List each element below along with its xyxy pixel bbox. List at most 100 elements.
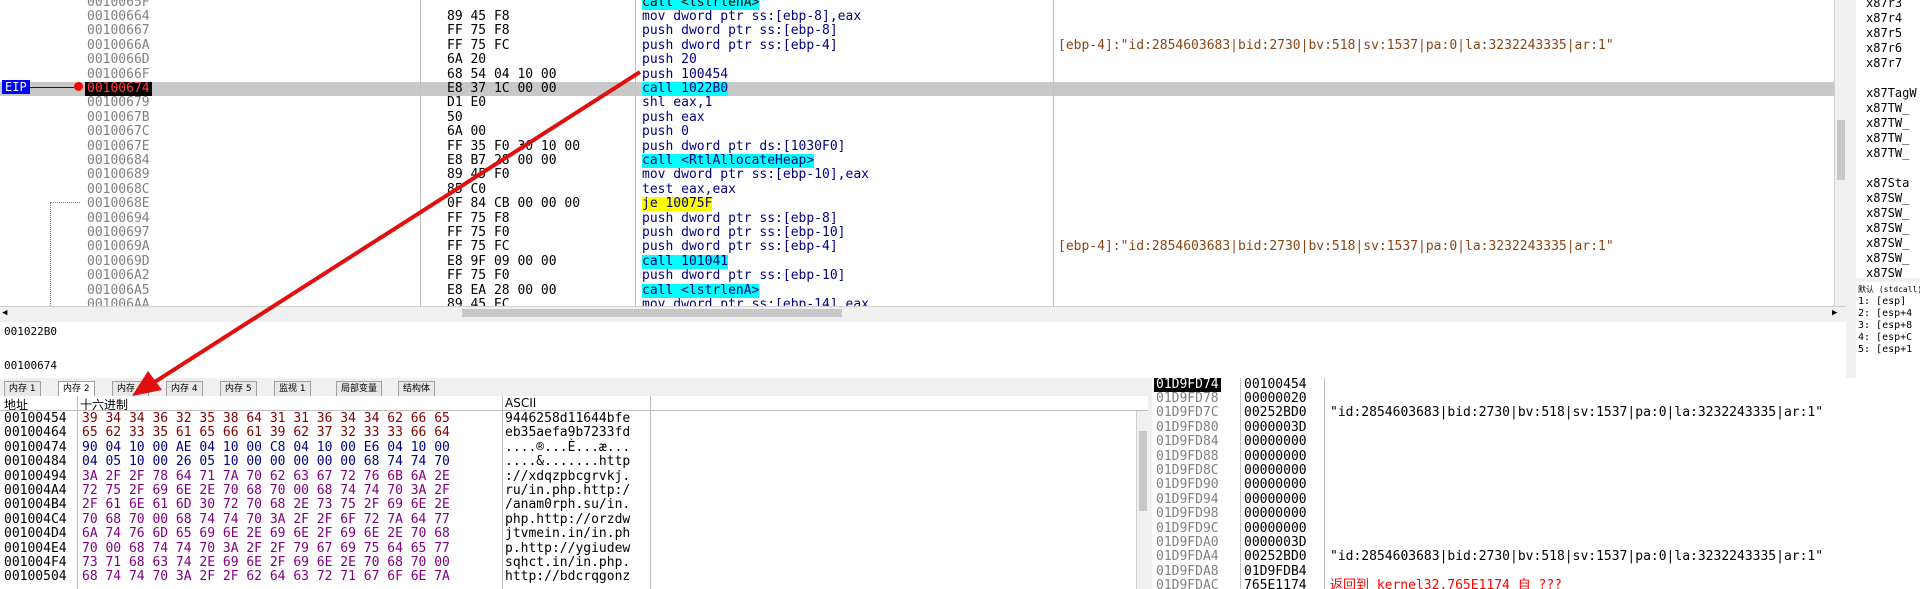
argument-item[interactable]: 4: [esp+C (1858, 332, 1912, 344)
stack-top-value[interactable]: 00100454 (1244, 378, 1307, 392)
dump-row[interactable]: 00100454 39 34 34 36 32 35 38 64 31 31 36… (0, 412, 1130, 426)
tab-6[interactable]: 监视 1 (274, 381, 311, 397)
arguments-pane[interactable]: 默认 (stdcall) 1: [esp] 2: [esp+4 3: [esp+8 4… (1856, 282, 1920, 380)
stack-row[interactable]: 01D9FD84 00000000 (1152, 435, 1918, 449)
tab-4[interactable]: 内存 4 (166, 381, 203, 397)
dump-hex: 65 62 33 35 61 65 66 61 39 62 37 32 33 3… (82, 425, 450, 441)
stack-row[interactable]: 01D9FD94 00000000 (1152, 492, 1918, 507)
fpu-register: x87r7 (1866, 56, 1903, 70)
scroll-thumb[interactable] (1139, 431, 1147, 511)
stack-row[interactable]: 01D9FD98 00000000 (1152, 507, 1918, 521)
disasm-row[interactable]: 0010066A FF 75 FC push dword ptr ss:[ebp-4… (0, 37, 1834, 53)
disasm-row[interactable]: 0010067B 50 push eax (0, 110, 1834, 125)
scroll-thumb[interactable] (462, 309, 842, 317)
disasm-row[interactable]: 00100684 E8 B7 28 00 00 call <RtlAllocateH… (0, 154, 1834, 168)
disasm-row[interactable]: 00100689 89 45 F0 mov dword ptr ss:[ebp-10… (0, 168, 1834, 182)
disasm-bytes: 6A 00 (447, 124, 487, 140)
dump-row[interactable]: 001004F4 73 71 68 63 74 2E 69 6E 2F 69 6E… (0, 556, 1130, 570)
registers-pane[interactable]: x87r3 x87r4 x87r5 x87r6 x87r7 x87TagW x87TW_ x8… (1856, 0, 1920, 278)
stack-value: 00000000 (1244, 506, 1307, 522)
dump-ascii: p.http://ygiudew (505, 540, 631, 556)
tab-1[interactable]: 内存 1 (4, 381, 41, 397)
dump-vscrollbar[interactable] (1136, 411, 1148, 589)
dump-row[interactable]: 00100464 65 62 33 35 61 65 66 61 39 62 37… (0, 426, 1130, 440)
stack-pane[interactable]: 01D9FD74 00100454 01D9FD78 00000020 01D9FD… (1152, 378, 1920, 589)
argument-item[interactable]: 3: [esp+8 (1858, 320, 1912, 332)
dump-ascii: ru/in.php.http:/ (505, 483, 631, 498)
tab-7[interactable]: 局部变量 (336, 381, 383, 397)
disasm-bytes: E8 9F 09 00 00 (447, 253, 557, 269)
disassembly-pane[interactable]: 0010065F call <lstrlenA> 00100664 89 45 F8 m… (0, 0, 1846, 318)
tab-2[interactable]: 内存 2 (58, 381, 95, 397)
calling-convention-select[interactable]: 默认 (stdcall) (1858, 284, 1920, 295)
argument-item[interactable]: 1: [esp] (1858, 296, 1906, 308)
dump-row[interactable]: 001004D4 6A 74 76 6D 65 69 6E 2E 69 6E 2F… (0, 527, 1130, 541)
disasm-row[interactable]: 00100667 FF 75 F8 push dword ptr ss:[ebp-8… (0, 24, 1834, 38)
disasm-row[interactable]: 0010068E 0F 84 CB 00 00 00 je 10075F (0, 197, 1834, 212)
dump-row[interactable]: 001004E4 70 00 68 74 74 70 3A 2F 2F 79 67… (0, 540, 1130, 556)
disasm-address: 0010066A (87, 37, 150, 53)
disasm-row[interactable]: 0010069A FF 75 FC push dword ptr ss:[ebp-4… (0, 240, 1834, 254)
dump-row[interactable]: 001004B4 2F 61 6E 61 6D 30 72 70 68 2E 73… (0, 498, 1130, 512)
disasm-row[interactable]: 00100697 FF 75 F0 push dword ptr ss:[ebp-1… (0, 226, 1834, 240)
disasm-row[interactable]: 001006A2 FF 75 F0 push dword ptr ss:[ebp-1… (0, 269, 1834, 283)
dump-row[interactable]: 00100474 90 04 10 00 AE 04 10 00 C8 04 10… (0, 440, 1130, 455)
fpu-register: x87TW_ (1866, 116, 1910, 130)
stack-row[interactable]: 01D9FD7C 00252BD0 "id:2854603683|bid:2730|… (1152, 406, 1918, 420)
tab-5[interactable]: 内存 5 (220, 381, 257, 397)
disasm-row[interactable]: 00100674 E8 37 1C 00 00 call 1022B0 (0, 82, 1834, 96)
stack-row[interactable]: 01D9FD8C 00000000 (1152, 464, 1918, 478)
dump-row[interactable]: 001004C4 70 68 70 00 68 74 74 70 3A 2F 2F… (0, 511, 1130, 527)
stack-address: 01D9FD80 (1156, 419, 1219, 435)
disasm-row[interactable]: 0010066F 68 54 04 10 00 push 100454 (0, 67, 1834, 82)
scroll-thumb[interactable] (1837, 120, 1845, 180)
stack-value: 01D9FDB4 (1244, 563, 1307, 579)
dump-row[interactable]: 00100504 68 74 74 70 3A 2F 2F 62 64 63 72… (0, 570, 1130, 584)
stack-row[interactable]: 01D9FD9C 00000000 (1152, 521, 1918, 536)
disasm-row[interactable]: 00100694 FF 75 F8 push dword ptr ss:[ebp-8… (0, 210, 1834, 226)
scroll-right-icon[interactable]: ▶ (1832, 308, 1837, 318)
disasm-bytes: 89 45 F0 (447, 167, 510, 183)
dump-ascii: 9446258d11644bfe (505, 411, 631, 426)
dump-ascii: ....&.......http (505, 454, 631, 470)
stack-row[interactable]: 01D9FD80 0000003D (1152, 419, 1918, 435)
fpu-register: x87Sta (1866, 176, 1910, 190)
disasm-row[interactable]: 0010067C 6A 00 push 0 (0, 125, 1834, 139)
stack-row[interactable]: 01D9FDA8 01D9FDB4 (1152, 563, 1918, 579)
memory-dump-pane[interactable]: 地址 十六进制 ASCII 00100454 39 34 34 36 32 35 … (0, 396, 1148, 589)
stack-row[interactable]: 01D9FD88 00000000 (1152, 449, 1918, 464)
dump-row[interactable]: 001004A4 72 75 2F 69 6E 2E 70 68 70 00 68… (0, 484, 1130, 498)
disasm-hscrollbar[interactable]: ◀ ▶ (0, 306, 1846, 318)
argument-item[interactable]: 2: [esp+4 (1858, 308, 1912, 320)
dump-row[interactable]: 00100494 3A 2F 2F 78 64 71 7A 70 62 63 67… (0, 469, 1130, 484)
disasm-bytes: 6A 20 (447, 52, 487, 68)
dump-row[interactable]: 00100484 04 05 10 00 26 05 10 00 00 00 00… (0, 455, 1130, 469)
tab-3[interactable]: 内存 3 (112, 381, 149, 397)
disasm-bytes: FF 75 F0 (447, 225, 510, 240)
disasm-row[interactable]: 0010068C 85 C0 test eax,eax (0, 181, 1834, 197)
disasm-instruction: test eax,eax (642, 181, 736, 197)
stack-row[interactable]: 01D9FDA0 0000003D (1152, 536, 1918, 550)
disasm-row[interactable]: 001006A5 E8 EA 28 00 00 call <lstrlenA> (0, 283, 1834, 298)
stack-row[interactable]: 01D9FDAC 765E1174 返回到 kernel32.765E1174 自 … (1152, 579, 1918, 589)
column-divider (420, 0, 421, 318)
stack-row[interactable]: 01D9FD78 00000020 (1152, 392, 1918, 406)
dump-address: 001004C4 (4, 511, 67, 527)
disasm-row[interactable]: 0010067E FF 35 F0 30 10 00 push dword ptr … (0, 139, 1834, 154)
disasm-bytes: FF 75 F8 (447, 210, 510, 226)
dump-hex: 73 71 68 63 74 2E 69 6E 2F 69 6E 2E 70 6… (82, 555, 450, 570)
tab-8[interactable]: 结构体 (398, 381, 436, 397)
disasm-bytes: D1 E0 (447, 95, 487, 111)
breakpoint-dot[interactable] (74, 82, 83, 91)
disasm-vscrollbar[interactable] (1834, 0, 1846, 306)
stack-row[interactable]: 01D9FD90 00000000 (1152, 478, 1918, 492)
disasm-row[interactable]: 0010065F call <lstrlenA> (0, 0, 1834, 10)
stack-row[interactable]: 01D9FDA4 00252BD0 "id:2854603683|bid:2730|… (1152, 550, 1918, 564)
argument-item[interactable]: 5: [esp+1 (1858, 344, 1912, 356)
disasm-row[interactable]: 00100679 D1 E0 shl eax,1 (0, 96, 1834, 110)
disasm-row[interactable]: 0010066D 6A 20 push 20 (0, 53, 1834, 67)
stack-top-address[interactable]: 01D9FD74 (1154, 378, 1221, 392)
disasm-row[interactable]: 0010069D E8 9F 09 00 00 call 101041 (0, 253, 1834, 269)
disasm-row[interactable]: 00100664 89 45 F8 mov dword ptr ss:[ebp-8]… (0, 10, 1834, 24)
scroll-left-icon[interactable]: ◀ (2, 308, 7, 318)
